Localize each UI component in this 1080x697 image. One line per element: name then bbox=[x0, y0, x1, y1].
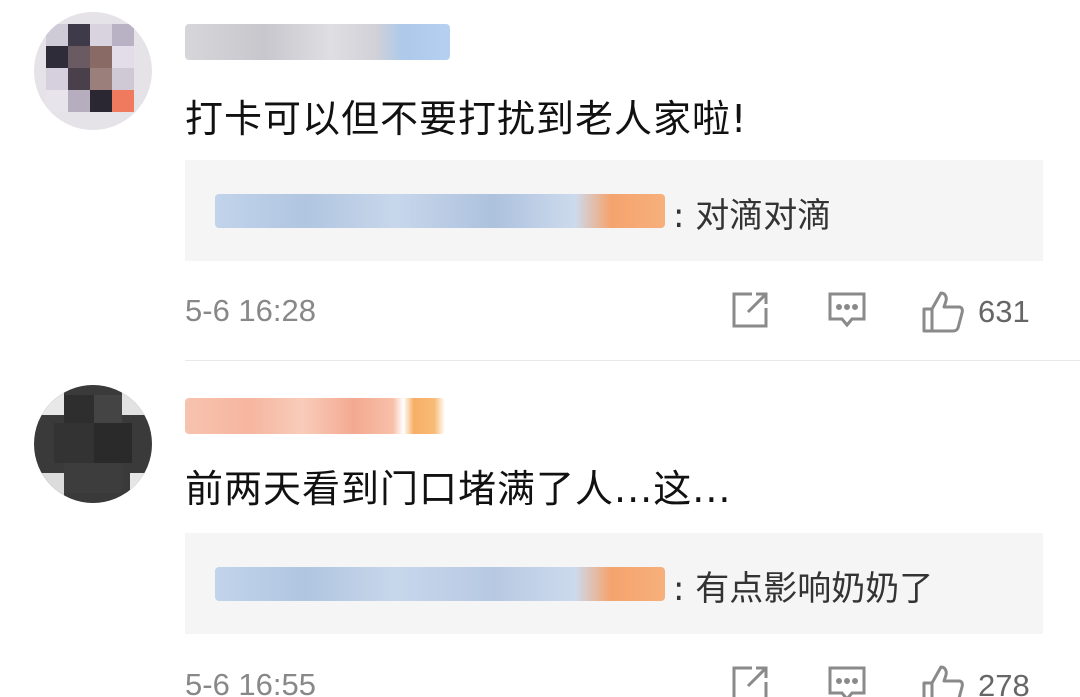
comment-meta: 5-6 16:55 278 bbox=[185, 662, 1043, 697]
timestamp: 5-6 16:55 bbox=[185, 667, 316, 697]
share-button[interactable] bbox=[728, 288, 776, 336]
thumbs-up-icon bbox=[922, 665, 964, 697]
comment-item: 前两天看到门口堵满了人...这... : 有点影响奶奶了 5-6 16:55 2… bbox=[0, 361, 1080, 697]
like-count: 631 bbox=[978, 294, 1030, 329]
reply-preview[interactable]: : 对滴对滴 bbox=[185, 160, 1043, 261]
blurred-username[interactable] bbox=[185, 398, 445, 434]
share-button[interactable] bbox=[728, 662, 776, 697]
comment-icon bbox=[828, 666, 866, 697]
share-icon bbox=[732, 666, 768, 697]
blurred-username[interactable] bbox=[185, 24, 450, 60]
share-icon bbox=[732, 292, 768, 328]
like-button[interactable]: 631 bbox=[920, 288, 1045, 336]
blurred-reply-username bbox=[215, 194, 665, 228]
thumbs-up-icon bbox=[922, 291, 964, 333]
avatar[interactable] bbox=[34, 385, 152, 503]
comment-text: 打卡可以但不要打扰到老人家啦! bbox=[185, 97, 748, 141]
timestamp: 5-6 16:28 bbox=[185, 293, 316, 328]
avatar[interactable] bbox=[34, 12, 152, 130]
blurred-reply-username bbox=[215, 567, 665, 601]
reply-text: : 对滴对滴 bbox=[673, 196, 832, 236]
comment-text: 前两天看到门口堵满了人...这... bbox=[185, 467, 732, 511]
like-button[interactable]: 278 bbox=[920, 662, 1045, 697]
like-count: 278 bbox=[978, 668, 1030, 697]
comment-item: 打卡可以但不要打扰到老人家啦! : 对滴对滴 5-6 16:28 631 bbox=[0, 0, 1080, 360]
reply-preview[interactable]: : 有点影响奶奶了 bbox=[185, 533, 1043, 634]
comment-icon bbox=[828, 292, 866, 328]
reply-text: : 有点影响奶奶了 bbox=[673, 569, 934, 609]
reply-button[interactable] bbox=[825, 288, 873, 336]
comment-meta: 5-6 16:28 631 bbox=[185, 288, 1043, 338]
reply-button[interactable] bbox=[825, 662, 873, 697]
